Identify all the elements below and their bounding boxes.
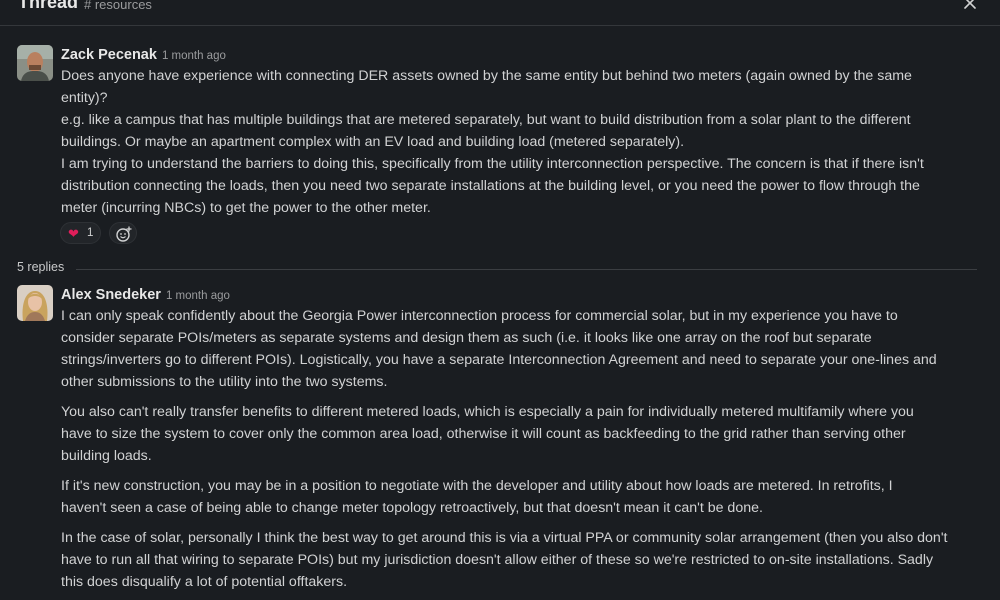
avatar-image <box>17 45 53 81</box>
close-button[interactable] <box>960 0 980 13</box>
replies-count: 5 replies <box>17 260 65 274</box>
message-line: You also can't really transfer benefits … <box>61 404 914 420</box>
message-line: If it's new construction, you may be in … <box>61 478 893 494</box>
message-line: In the case of solar, personally I think… <box>61 530 948 546</box>
message-line: distribution connecting the loads, then … <box>61 178 920 194</box>
channel-name[interactable]: # resources <box>84 0 152 12</box>
close-icon <box>964 0 976 9</box>
message-line: other submissions to the utility into th… <box>61 374 388 390</box>
avatar[interactable] <box>17 285 53 321</box>
add-reaction-button[interactable] <box>109 222 137 244</box>
message-line: I can only speak confidently about the G… <box>61 308 898 324</box>
message-line: this does disqualify a lot of potential … <box>61 574 348 590</box>
message-line: buildings. Or maybe an apartment complex… <box>61 134 685 150</box>
timestamp[interactable]: 1 month ago <box>166 290 230 302</box>
message-line: e.g. like a campus that has multiple bui… <box>61 112 911 128</box>
message-line: I am trying to understand the barriers t… <box>61 156 924 172</box>
thread-title: Thread <box>18 0 79 12</box>
reaction-count: 1 <box>87 227 94 239</box>
author-name[interactable]: Alex Snedeker <box>61 287 161 303</box>
avatar[interactable] <box>17 45 53 81</box>
message-line: have to size the system to cover only th… <box>61 426 906 442</box>
author-line: Zack Pecenak 1 month ago <box>61 46 226 64</box>
divider <box>76 269 977 270</box>
replies-divider-row: 5 replies <box>0 258 1000 278</box>
avatar-image <box>17 285 53 321</box>
author-line: Alex Snedeker 1 month ago <box>61 286 230 304</box>
heart-icon: ❤ <box>68 226 79 241</box>
message-line: consider separate POIs/meters as separat… <box>61 330 872 346</box>
message-line: meter (incurring NBCs) to get the power … <box>61 200 431 216</box>
thread-header: Thread # resources <box>0 0 1000 26</box>
message-line: building loads. <box>61 448 152 464</box>
message-line: haven't seen a case of being able to cha… <box>61 500 763 516</box>
message-body: Does anyone have experience with connect… <box>61 65 986 219</box>
add-reaction-icon <box>116 226 132 242</box>
message-body: I can only speak confidently about the G… <box>61 305 986 593</box>
author-name[interactable]: Zack Pecenak <box>61 47 157 63</box>
timestamp[interactable]: 1 month ago <box>162 50 226 62</box>
message-line: have to run all that wiring to separate … <box>61 552 934 568</box>
message-line: entity)? <box>61 90 108 106</box>
heart-reaction[interactable]: ❤ 1 <box>60 222 101 244</box>
message-line: strings/inverters go to different POIs).… <box>61 352 937 368</box>
message-line: Does anyone have experience with connect… <box>61 68 912 84</box>
